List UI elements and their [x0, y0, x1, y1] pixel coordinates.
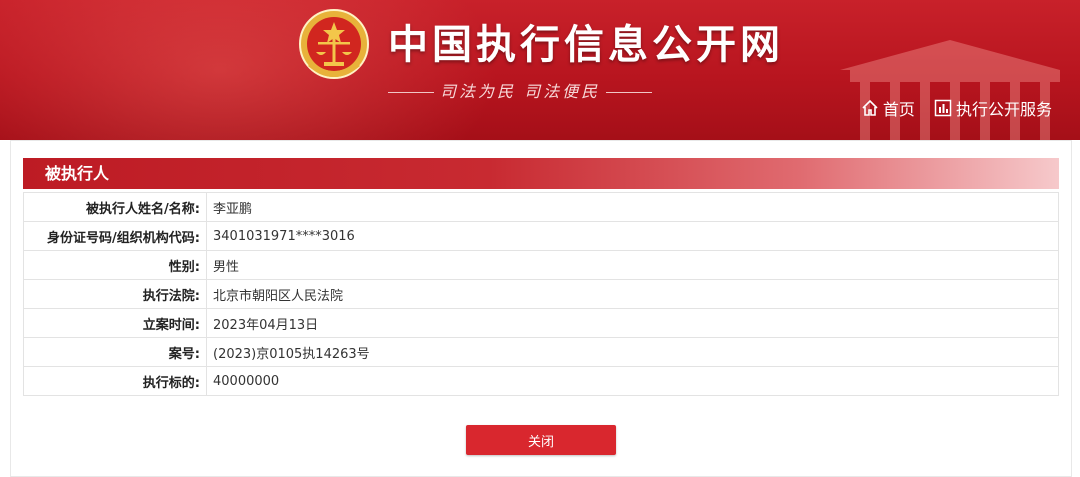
field-label: 性别: — [23, 250, 207, 280]
home-icon — [862, 99, 878, 116]
site-slogan: 司法为民 司法便民 — [388, 78, 788, 101]
field-value: 男性 — [206, 250, 1059, 280]
detail-card: 被执行人 被执行人姓名/名称: 李亚鹏 身份证号码/组织机构代码: 340103… — [10, 140, 1072, 477]
field-value: 40000000 — [206, 366, 1059, 396]
site-title: 中国执行信息公开网 — [388, 21, 784, 68]
table-row: 身份证号码/组织机构代码: 3401031971****3016 — [23, 221, 1059, 251]
table-row: 执行标的: 40000000 — [23, 366, 1059, 396]
table-row: 案号: (2023)京0105执14263号 — [23, 337, 1059, 367]
field-value: 北京市朝阳区人民法院 — [206, 279, 1059, 309]
slogan-text: 司法为民 司法便民 — [440, 82, 601, 101]
field-label: 被执行人姓名/名称: — [23, 192, 207, 222]
slogan-dash-right — [606, 92, 653, 93]
top-nav: 首页 执行公开服务 — [847, 96, 1052, 121]
header-banner: 中国执行信息公开网 司法为民 司法便民 首页 执行公开服务 — [0, 0, 1080, 140]
info-table: 被执行人姓名/名称: 李亚鹏 身份证号码/组织机构代码: 3401031971*… — [23, 192, 1059, 396]
field-value: 李亚鹏 — [206, 192, 1059, 222]
table-row: 被执行人姓名/名称: 李亚鹏 — [23, 192, 1059, 222]
court-emblem-icon — [299, 9, 369, 79]
field-label: 执行法院: — [23, 279, 207, 309]
building-silhouette-icon — [840, 40, 1060, 140]
field-label: 执行标的: — [23, 366, 207, 396]
nav-services[interactable]: 执行公开服务 — [934, 96, 1052, 120]
slogan-dash-left — [388, 92, 434, 93]
table-row: 性别: 男性 — [23, 250, 1059, 280]
nav-home-label: 首页 — [882, 100, 915, 119]
field-label: 案号: — [23, 337, 207, 367]
field-value: (2023)京0105执14263号 — [206, 337, 1059, 367]
section-title: 被执行人 — [23, 158, 1059, 189]
field-value: 3401031971****3016 — [206, 221, 1059, 251]
nav-services-label: 执行公开服务 — [955, 100, 1052, 119]
field-value: 2023年04月13日 — [206, 308, 1059, 338]
field-label: 身份证号码/组织机构代码: — [23, 221, 207, 251]
table-row: 执行法院: 北京市朝阳区人民法院 — [23, 279, 1059, 309]
field-label: 立案时间: — [23, 308, 207, 338]
table-row: 立案时间: 2023年04月13日 — [23, 308, 1059, 338]
close-button[interactable]: 关闭 — [466, 425, 616, 455]
nav-home[interactable]: 首页 — [861, 96, 915, 120]
service-chart-icon — [934, 99, 952, 117]
